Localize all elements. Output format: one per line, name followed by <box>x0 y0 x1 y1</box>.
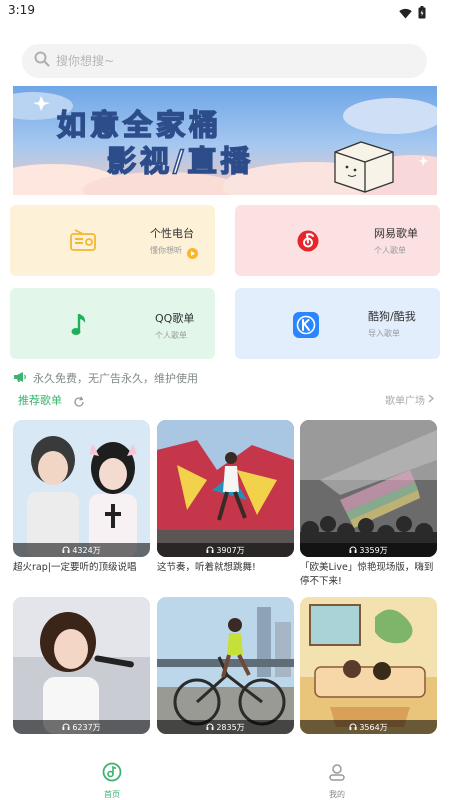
notice-text: 永久免费，无广告永久，维护使用 <box>33 372 198 385</box>
play-count-value: 3359万 <box>359 545 388 555</box>
headphones-icon <box>62 723 70 732</box>
play-circle-icon[interactable] <box>187 244 198 263</box>
playlist-cover-image <box>157 597 294 734</box>
playlist-cover[interactable]: 6237万 <box>13 597 150 734</box>
banner-carousel[interactable]: 如意全家桶 影视/直播 <box>13 86 437 195</box>
playlist-cover[interactable]: 3564万 <box>300 597 437 734</box>
play-count: 3907万 <box>157 543 294 557</box>
card-subtitle: 导入歌单 <box>368 329 400 338</box>
play-count: 6237万 <box>13 720 150 734</box>
headphones-icon <box>349 723 357 732</box>
play-count: 2835万 <box>157 720 294 734</box>
playlist-cover-image <box>13 420 150 557</box>
kugou-icon <box>293 312 319 342</box>
playlist-card[interactable]: 4324万 超火rap|一定要听的顶级说唱 <box>13 420 150 589</box>
playlist-cover[interactable]: 4324万 <box>13 420 150 557</box>
playlist-title[interactable]: 这节奏，听着就想跳舞! <box>157 561 294 589</box>
megaphone-icon <box>13 371 27 386</box>
search-input[interactable] <box>56 54 356 68</box>
playlist-card[interactable]: 3359万 「欧美Live」惊艳现场版，嗨到停不下来! <box>300 420 437 589</box>
play-count-value: 6237万 <box>72 722 101 732</box>
tab-label: 首页 <box>104 790 120 799</box>
status-time: 3:19 <box>8 3 35 17</box>
notice-bar: 永久免费，无广告永久，维护使用 <box>13 370 198 386</box>
kugou-kuwo-card[interactable]: 酷狗/酷我 导入歌单 <box>235 288 440 359</box>
banner-title-line2: 影视/直播 <box>106 143 254 179</box>
search-bar[interactable] <box>22 44 427 78</box>
playlist-plaza-link[interactable]: 歌单广场 <box>385 392 434 407</box>
card-title: 酷狗/酷我 <box>368 310 416 323</box>
netease-music-icon <box>297 230 319 256</box>
play-count-value: 2835万 <box>216 722 245 732</box>
radio-icon <box>70 228 96 256</box>
playlist-card[interactable]: 2835万 <box>157 597 294 734</box>
playlist-title[interactable]: 超火rap|一定要听的顶级说唱 <box>13 561 150 589</box>
tab-mine[interactable]: 我的 <box>307 762 367 800</box>
headphones-icon <box>206 546 214 555</box>
playlist-cover-image <box>300 597 437 734</box>
user-icon <box>327 764 347 786</box>
netease-playlist-card[interactable]: 网易歌单 个人歌单 <box>235 205 440 276</box>
card-subtitle: 个人歌单 <box>155 331 187 340</box>
headphones-icon <box>62 546 70 555</box>
play-count: 3564万 <box>300 720 437 734</box>
battery-icon <box>418 4 426 23</box>
status-icons <box>399 4 426 23</box>
play-count-value: 3907万 <box>216 545 245 555</box>
status-bar: 3:19 <box>0 0 450 24</box>
card-subtitle: 个人歌单 <box>374 246 406 255</box>
play-count-value: 4324万 <box>72 545 101 555</box>
headphones-icon <box>206 723 214 732</box>
playlist-card[interactable]: 3564万 <box>300 597 437 734</box>
play-count-value: 3564万 <box>359 722 388 732</box>
recommended-playlists-header: 推荐歌单 歌单广场 <box>18 392 434 408</box>
playlist-cover-image <box>157 420 294 557</box>
playlist-cover-image <box>300 420 437 557</box>
chevron-right-icon <box>428 394 434 406</box>
search-icon <box>34 51 50 71</box>
personal-radio-card[interactable]: 个性电台 懂你想听 <box>10 205 215 276</box>
tab-home[interactable]: 首页 <box>82 762 142 800</box>
more-label: 歌单广场 <box>385 396 425 407</box>
playlist-cover[interactable]: 3907万 <box>157 420 294 557</box>
playlist-cover[interactable]: 2835万 <box>157 597 294 734</box>
playlist-card[interactable]: 3907万 这节奏，听着就想跳舞! <box>157 420 294 589</box>
play-count: 3359万 <box>300 543 437 557</box>
refresh-icon[interactable] <box>73 393 85 412</box>
tab-label: 我的 <box>329 790 345 799</box>
card-subtitle: 懂你想听 <box>150 246 182 255</box>
music-note-icon <box>70 312 90 342</box>
bottom-tab-bar: 首页 我的 <box>0 752 450 800</box>
playlist-card[interactable]: 6237万 <box>13 597 150 734</box>
music-disc-icon <box>102 762 122 786</box>
playlist-title[interactable]: 「欧美Live」惊艳现场版，嗨到停不下来! <box>300 561 437 589</box>
playlist-cover[interactable]: 3359万 <box>300 420 437 557</box>
card-title: QQ歌单 <box>155 312 195 325</box>
headphones-icon <box>349 546 357 555</box>
card-title: 网易歌单 <box>374 227 418 240</box>
play-count: 4324万 <box>13 543 150 557</box>
card-title: 个性电台 <box>150 227 194 240</box>
playlist-cover-image <box>13 597 150 734</box>
section-title: 推荐歌单 <box>18 394 62 407</box>
qq-playlist-card[interactable]: QQ歌单 个人歌单 <box>10 288 215 359</box>
wifi-icon <box>399 4 412 23</box>
